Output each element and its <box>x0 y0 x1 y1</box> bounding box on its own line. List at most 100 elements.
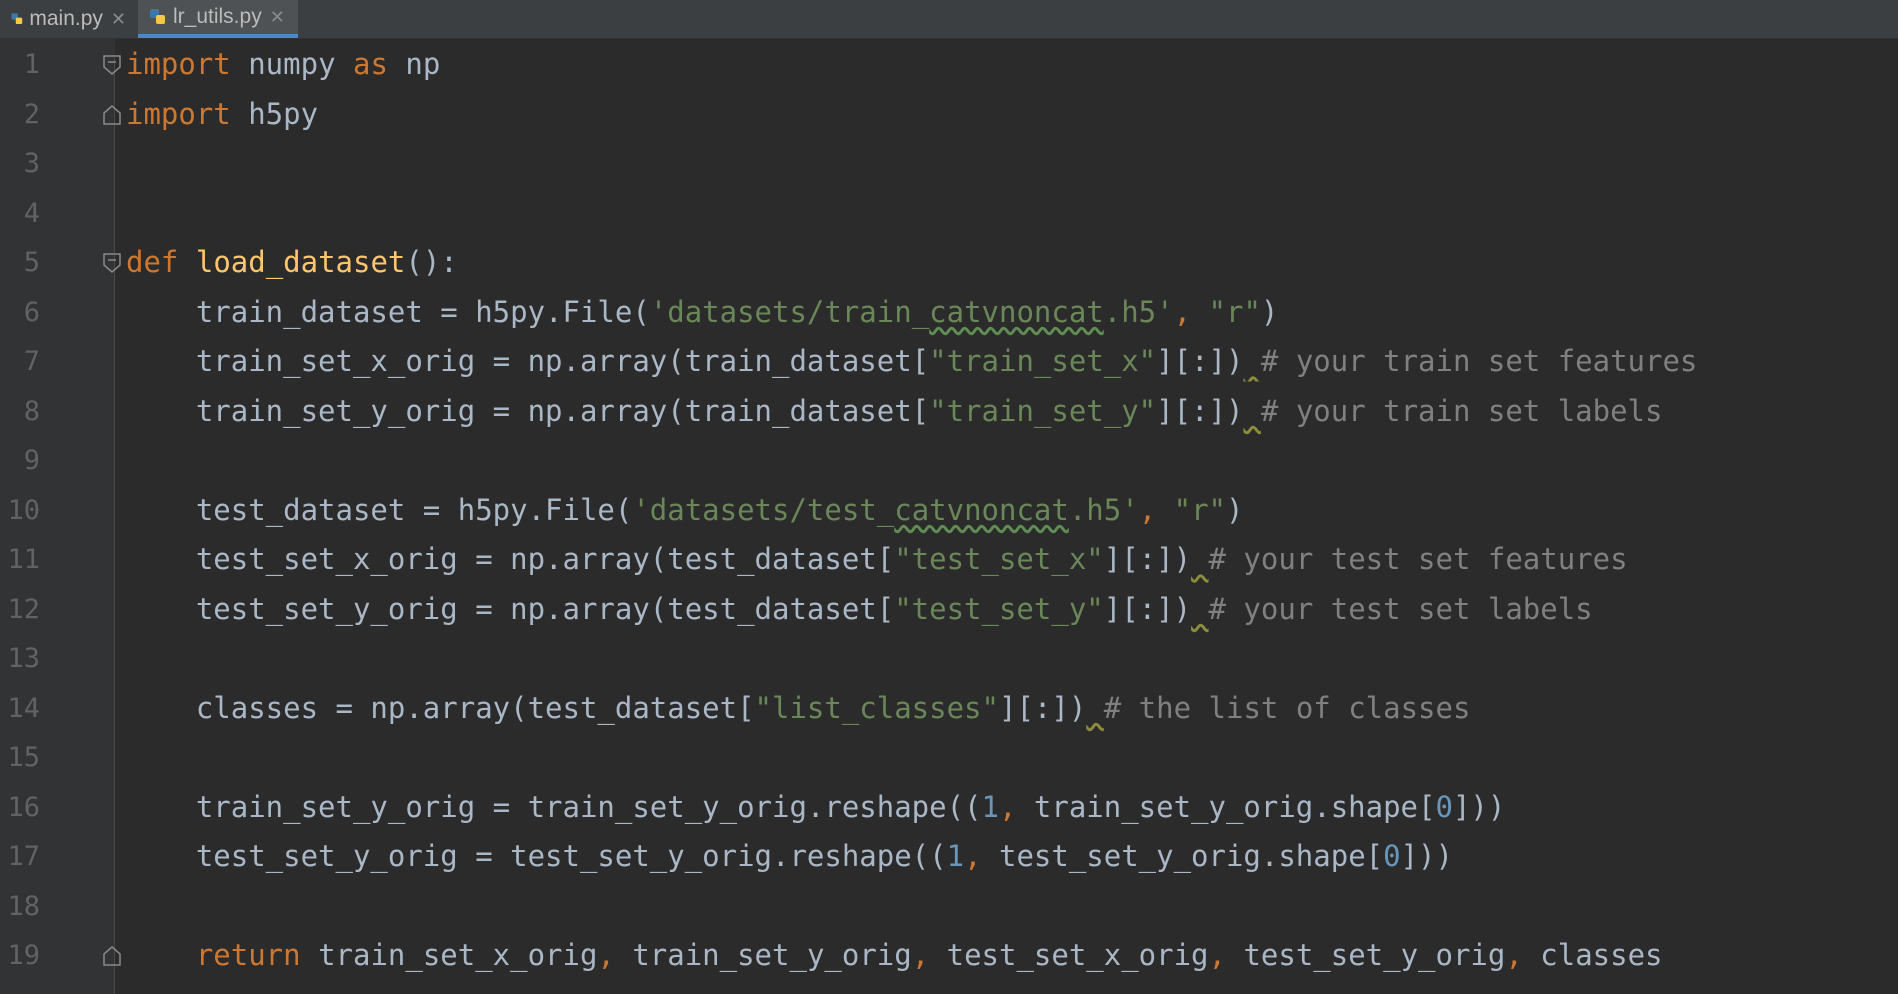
code-text: import numpy as np <box>126 40 440 90</box>
line-number: 14 <box>7 692 40 724</box>
code-line[interactable]: 7 train_set_x_orig = np.array(train_data… <box>0 337 1898 387</box>
code-token: "train_set_y" <box>929 393 1157 428</box>
code-token: h5py <box>230 96 319 131</box>
fold-marker-icon[interactable] <box>102 252 122 274</box>
tab-main-py[interactable]: main.py ✕ <box>0 0 136 38</box>
code-token: 1 <box>981 789 999 824</box>
code-token: ][:]) <box>998 690 1087 725</box>
code-token: # your train set labels <box>1260 393 1663 428</box>
code-line[interactable]: 15 <box>0 733 1898 783</box>
code-token: 1 <box>946 839 965 873</box>
code-line[interactable]: 5 def load_dataset(): <box>0 238 1898 288</box>
fold-marker-icon[interactable] <box>102 54 122 76</box>
code-text: classes = np.array(test_dataset["list_cl… <box>126 684 1471 734</box>
line-number: 6 <box>23 296 40 328</box>
code-token: "test_set_x" <box>894 542 1104 576</box>
code-token: , <box>1138 492 1174 527</box>
code-line[interactable]: 13 <box>0 634 1898 684</box>
code-token: train_set_x_orig = np.array(train_datase… <box>126 344 930 378</box>
code-token: 'datasets/train_ <box>649 294 930 329</box>
code-token: test_set_x_orig = np.array(test_dataset[ <box>126 542 895 576</box>
code-line[interactable]: 11 test_set_x_orig = np.array(test_datas… <box>0 535 1898 585</box>
line-number: 10 <box>7 494 40 526</box>
code-line[interactable]: 2 import h5py <box>0 90 1898 140</box>
code-line[interactable]: 9 <box>0 436 1898 486</box>
code-token: 0 <box>1383 839 1401 873</box>
code-token: test_dataset = h5py.File( <box>126 492 633 527</box>
code-token: , <box>597 938 633 972</box>
code-token: ][:]) <box>1156 393 1244 428</box>
code-token: # your test set labels <box>1208 591 1593 626</box>
code-token: test_set_y_orig.shape[ <box>999 839 1384 873</box>
code-line[interactable]: 18 <box>0 882 1898 932</box>
code-token: ][:]) <box>1156 344 1244 378</box>
code-line[interactable]: 1 import numpy as np <box>0 40 1898 90</box>
code-line[interactable]: 6 train_dataset = h5py.File('datasets/tr… <box>0 288 1898 338</box>
code-token: , <box>964 839 999 873</box>
code-token: catvnoncat <box>894 492 1069 527</box>
code-token: train_set_x_orig <box>300 938 598 972</box>
code-line[interactable]: 17 test_set_y_orig = test_set_y_orig.res… <box>0 832 1898 882</box>
fold-marker-icon[interactable] <box>102 104 122 126</box>
code-token: (): <box>405 245 458 279</box>
code-token: train_set_y_orig = train_set_y_orig.resh… <box>126 789 982 824</box>
line-number: 1 <box>23 49 40 80</box>
code-text: test_set_y_orig = test_set_y_orig.reshap… <box>126 832 1453 882</box>
code-line[interactable]: 12 test_set_y_orig = np.array(test_datas… <box>0 585 1898 635</box>
code-token: "r" <box>1208 294 1261 329</box>
editor-tab-bar: main.py ✕ lr_utils.py ✕ <box>0 0 1898 39</box>
code-text: test_set_y_orig = np.array(test_dataset[… <box>126 585 1593 635</box>
code-text: test_set_x_orig = np.array(test_dataset[… <box>126 535 1628 585</box>
code-line[interactable]: 14 classes = np.array(test_dataset["list… <box>0 684 1898 734</box>
line-number: 16 <box>7 791 40 823</box>
code-token: "list_classes" <box>754 690 999 725</box>
line-number: 4 <box>23 197 40 229</box>
close-icon[interactable]: ✕ <box>270 7 285 28</box>
tab-lr-utils-py[interactable]: lr_utils.py ✕ <box>138 0 298 38</box>
code-line[interactable]: 4 <box>0 189 1898 239</box>
code-token: as <box>352 47 388 81</box>
code-text: test_dataset = h5py.File('datasets/test_… <box>126 486 1244 536</box>
code-token: # the list of classes <box>1103 690 1471 725</box>
code-token: test_set_y_orig = test_set_y_orig.reshap… <box>126 839 947 873</box>
code-text: train_set_y_orig = train_set_y_orig.resh… <box>126 783 1506 833</box>
code-line[interactable]: 16 train_set_y_orig = train_set_y_orig.r… <box>0 783 1898 833</box>
line-number: 9 <box>23 445 40 476</box>
close-icon[interactable]: ✕ <box>111 9 126 30</box>
line-number: 13 <box>7 643 40 674</box>
code-token: train_set_y_orig.shape[ <box>1033 789 1436 824</box>
code-token: , <box>1505 938 1541 972</box>
line-number: 19 <box>7 940 40 971</box>
code-text: return train_set_x_orig, train_set_y_ori… <box>126 931 1663 981</box>
line-number: 7 <box>23 346 40 377</box>
python-file-icon <box>11 13 23 25</box>
code-text: import h5py <box>126 90 318 140</box>
code-line[interactable]: 10 test_dataset = h5py.File('datasets/te… <box>0 486 1898 536</box>
code-token: ])) <box>1400 839 1453 873</box>
fold-marker-icon[interactable] <box>102 945 122 967</box>
line-number: 18 <box>7 890 40 922</box>
code-line[interactable]: 3 <box>0 139 1898 189</box>
code-token: ) <box>1260 294 1279 329</box>
code-token: .h5' <box>1068 492 1139 527</box>
code-token: ) <box>1226 492 1244 527</box>
code-line[interactable]: 8 train_set_y_orig = np.array(train_data… <box>0 387 1898 437</box>
code-token: ][:]) <box>1103 542 1192 576</box>
line-number: 11 <box>7 544 40 575</box>
code-token: ][:]) <box>1103 591 1192 626</box>
line-number: 5 <box>23 247 40 278</box>
code-line[interactable]: 19 return train_set_x_orig, train_set_y_… <box>0 931 1898 981</box>
code-token: # your test set features <box>1208 542 1628 576</box>
code-token: "test_set_y" <box>894 591 1104 626</box>
code-text: train_set_y_orig = np.array(train_datase… <box>126 387 1663 437</box>
tab-label: main.py <box>29 7 103 30</box>
line-number: 2 <box>23 98 40 130</box>
code-token: , <box>998 789 1034 824</box>
line-number: 8 <box>23 395 40 427</box>
code-token: import <box>126 96 231 131</box>
